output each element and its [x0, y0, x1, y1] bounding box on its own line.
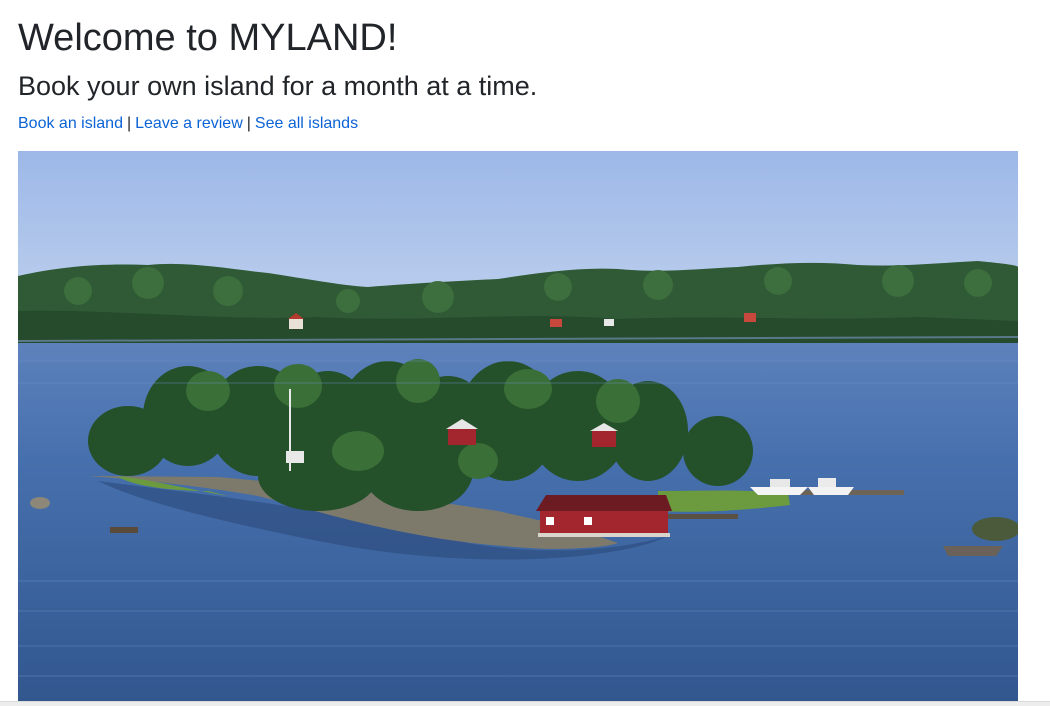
nav-separator: | — [246, 115, 251, 132]
nav-separator: | — [126, 115, 132, 132]
left-rock — [30, 497, 50, 509]
leave-review-link[interactable]: Leave a review — [135, 115, 243, 132]
island-photo — [18, 151, 1018, 701]
see-all-islands-link[interactable]: See all islands — [255, 115, 358, 132]
book-island-link[interactable]: Book an island — [18, 115, 123, 132]
page-subtitle: Book your own island for a month at a ti… — [18, 71, 538, 101]
hero-image — [18, 151, 1018, 701]
right-rocks — [972, 517, 1018, 541]
horizontal-scrollbar[interactable] — [0, 701, 1050, 706]
nav-links: Book an island | Leave a review | See all is… — [18, 112, 358, 136]
page-title: Welcome to MYLAND! — [18, 17, 398, 59]
page: Welcome to MYLAND! Book your own island … — [0, 0, 1050, 706]
boathouse — [536, 495, 672, 537]
dock — [668, 514, 738, 519]
